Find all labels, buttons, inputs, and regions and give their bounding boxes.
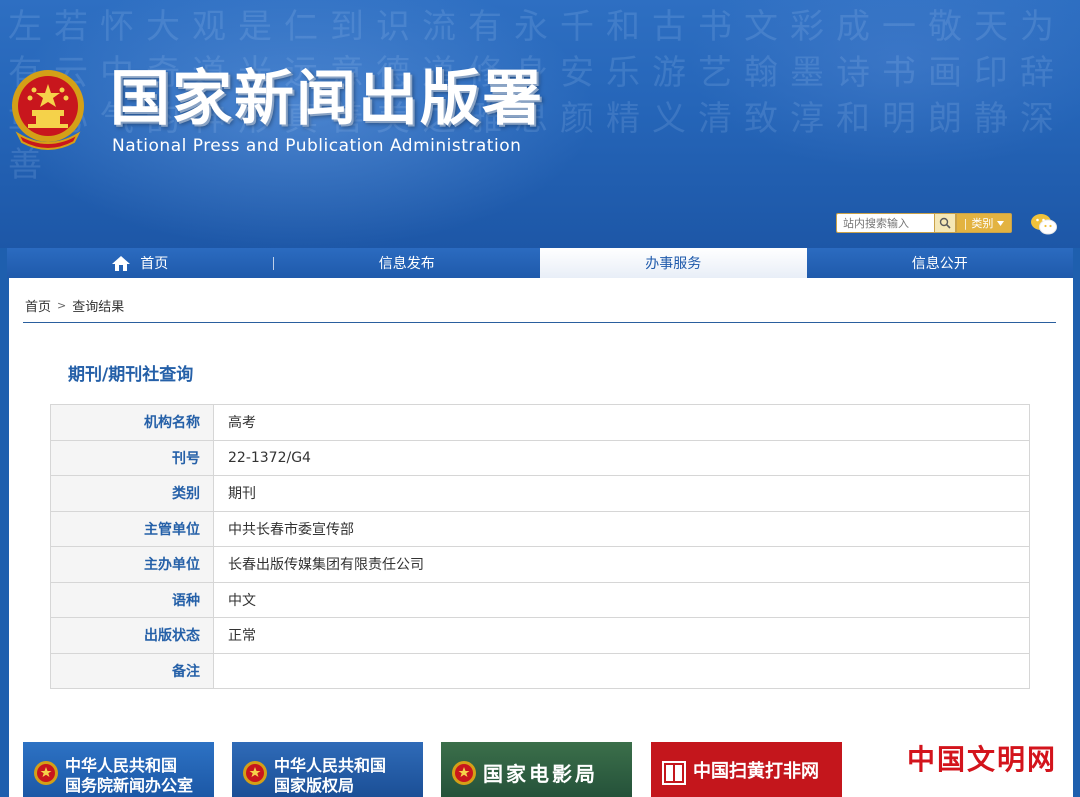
separator: | [963,216,968,230]
table-row: 主办单位 长春出版传媒集团有限责任公司 [50,546,1030,583]
link-scio-label: 中华人民共和国 国务院新闻办公室 [65,756,194,795]
field-label: 语种 [50,581,214,618]
nav-item-services[interactable]: 办事服务 [540,248,807,278]
related-links: 中华人民共和国 国务院新闻办公室 中华人民共和国 国家版权局 国家电影局 中国扫… [23,742,1063,797]
table-row: 语种 中文 [50,581,1030,618]
table-row: 出版状态 正常 [50,617,1030,654]
site-subtitle: National Press and Publication Administr… [112,136,522,156]
link-ncac-label: 中华人民共和国 国家版权局 [274,756,387,795]
category-label: 类别 [971,217,994,230]
table-row: 类别 期刊 [50,475,1030,512]
field-value: 正常 [213,617,1030,654]
search-input[interactable] [836,213,934,233]
main-content: 首页 > 查询结果 期刊/期刊社查询 机构名称 高考 刊号 22-1372/G4 类别期… [9,278,1073,797]
divider [23,322,1056,323]
main-nav: 首页 信息发布 办事服务 信息公开 [7,248,1073,278]
link-film[interactable]: 国家电影局 [441,742,632,797]
nav-label-disclosure: 信息公开 [911,256,968,272]
field-label: 类别 [50,475,214,512]
wechat-icon[interactable] [1030,212,1058,236]
field-value: 期刊 [213,475,1030,512]
field-label: 机构名称 [50,404,214,441]
field-value: 高考 [213,404,1030,441]
link-civilization[interactable]: 中国文明网 [883,742,1063,797]
search-button[interactable] [934,213,956,233]
link-shdf[interactable]: 中国扫黄打非网 [651,742,842,797]
field-value: 中共长春市委宣传部 [213,510,1030,547]
nav-label-services: 办事服务 [645,256,702,272]
site-header: 左若怀大观是仁到识流有永千和古书文彩成一敬天为有云中奇道光远意德道修身安乐游艺翰… [0,0,1080,248]
field-label: 出版状态 [50,617,214,654]
field-label: 刊号 [50,439,214,476]
link-film-label: 国家电影局 [483,762,598,786]
emblem-icon [34,761,58,785]
link-ncac[interactable]: 中华人民共和国 国家版权局 [232,742,423,797]
emblem-icon [243,761,267,785]
record-table: 机构名称 高考 刊号 22-1372/G4 类别 期刊 主管单位 中共长春市委宣传部 主办单位长… [50,404,1030,689]
nav-item-info-release[interactable]: 信息发布 [274,248,541,278]
nav-label-home: 首页 [140,256,169,272]
emblem-icon [452,761,476,785]
field-value: 22-1372/G4 [213,439,1030,476]
page-title: 期刊/期刊社查询 [68,365,194,385]
site-title: 国家新闻出版署 [110,64,544,134]
chevron-down-icon [997,220,1005,226]
link-civ-label: 中国文明网 [907,743,1058,776]
category-dropdown[interactable]: | 类别 [956,213,1012,233]
breadcrumb: 首页 > 查询结果 [25,296,124,315]
field-value: 中文 [213,581,1030,618]
link-shdf-label: 中国扫黄打非网 [693,761,819,782]
breadcrumb-home-link[interactable]: 首页 [25,296,51,315]
field-label: 备注 [50,652,214,689]
field-value [213,652,1030,689]
table-row: 备注 [50,652,1030,689]
link-scio[interactable]: 中华人民共和国 国务院新闻办公室 [23,742,214,797]
field-label: 主办单位 [50,546,214,583]
table-row: 刊号 22-1372/G4 [50,439,1030,476]
nav-item-disclosure[interactable]: 信息公开 [807,248,1074,278]
home-icon [112,255,131,271]
site-search: | 类别 [836,213,1012,233]
national-emblem-icon [12,70,84,150]
table-row: 主管单位 中共长春市委宣传部 [50,510,1030,547]
search-icon [939,217,951,229]
breadcrumb-current: 查询结果 [72,300,125,315]
breadcrumb-separator: > [57,299,67,312]
table-row: 机构名称 高考 [50,404,1030,441]
nav-item-home[interactable]: 首页 [7,248,274,278]
nav-label-info-release: 信息发布 [378,256,435,272]
field-value: 长春出版传媒集团有限责任公司 [213,546,1030,583]
seal-icon [662,761,686,785]
field-label: 主管单位 [50,510,214,547]
